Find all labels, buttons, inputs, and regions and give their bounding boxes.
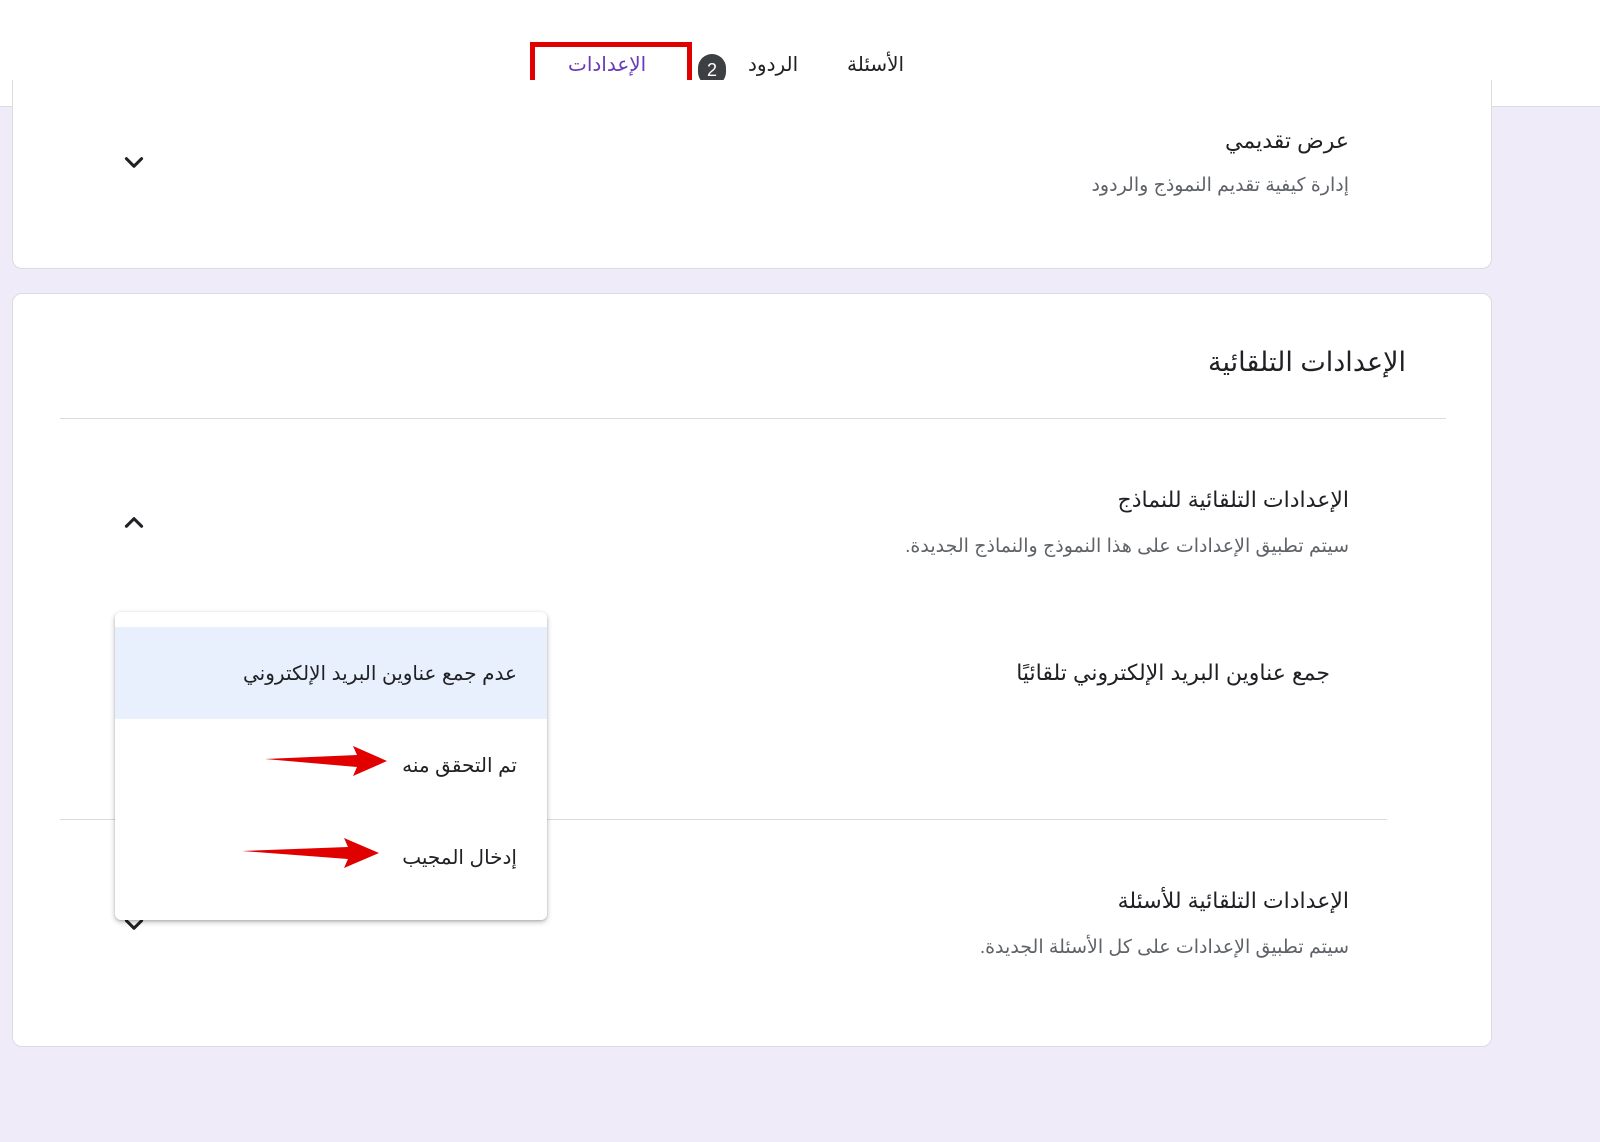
tab-settings[interactable]: الإعدادات bbox=[568, 52, 646, 77]
dropdown-option-do-not-collect[interactable]: عدم جمع عناوين البريد الإلكتروني bbox=[115, 627, 547, 719]
form-defaults-description: سيتم تطبيق الإعدادات على هذا النموذج وال… bbox=[905, 536, 1349, 557]
collect-emails-label: جمع عناوين البريد الإلكتروني تلقائيًا bbox=[1016, 660, 1330, 685]
defaults-section-title: الإعدادات التلقائية bbox=[1208, 347, 1406, 377]
dropdown-option-label: عدم جمع عناوين البريد الإلكتروني bbox=[243, 663, 517, 685]
presentation-title: عرض تقديمي bbox=[1225, 128, 1349, 153]
form-defaults-collapse-chevron-up-icon[interactable] bbox=[119, 508, 149, 538]
presentation-expand-chevron-down-icon[interactable] bbox=[119, 148, 149, 178]
dropdown-option-label: إدخال المجيب bbox=[402, 847, 517, 869]
question-defaults-title: الإعدادات التلقائية للأسئلة bbox=[1117, 888, 1349, 913]
defaults-title-divider bbox=[60, 418, 1446, 419]
dropdown-option-verified[interactable]: تم التحقق منه bbox=[115, 719, 547, 811]
tab-responses[interactable]: الردود bbox=[748, 52, 798, 77]
dropdown-option-label: تم التحقق منه bbox=[402, 755, 517, 777]
dropdown-option-responder-input[interactable]: إدخال المجيب bbox=[115, 811, 547, 903]
collect-emails-dropdown-menu: عدم جمع عناوين البريد الإلكتروني تم التح… bbox=[115, 612, 547, 920]
form-defaults-title: الإعدادات التلقائية للنماذج bbox=[1117, 487, 1349, 512]
question-defaults-description: سيتم تطبيق الإعدادات على كل الأسئلة الجد… bbox=[979, 937, 1349, 958]
tab-questions[interactable]: الأسئلة bbox=[847, 52, 904, 77]
presentation-description: إدارة كيفية تقديم النموذج والردود bbox=[1091, 175, 1349, 196]
